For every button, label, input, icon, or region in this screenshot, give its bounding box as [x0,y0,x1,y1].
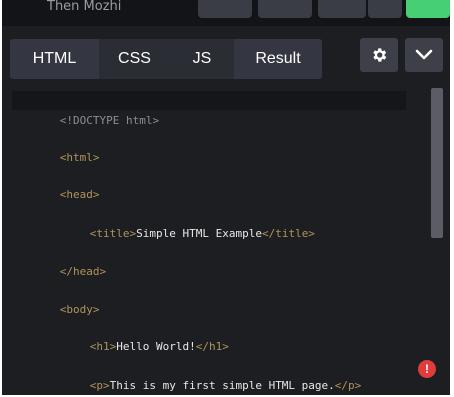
code-editor[interactable]: <!DOCTYPE html> <html> <head> <title>Sim… [2,88,450,395]
code-line-head-close: </head> [20,242,106,278]
vertical-scrollbar[interactable] [431,88,443,238]
doctype-text: <!DOCTYPE html> [59,114,160,127]
title-close-tag: </title> [261,227,315,240]
error-icon[interactable]: ! [418,360,436,378]
code-editor-window: Then Mozhi HTML CSS JS Result <!DOCTYPE … [2,0,450,395]
h1-open-tag: <h1> [89,340,117,353]
tab-result-label: Result [255,50,301,67]
html-open-tag: <html> [59,151,100,164]
top-action-button-2[interactable] [258,0,312,18]
code-line-p: <p>This is my first simple HTML page.</p… [20,356,362,392]
top-bar: Then Mozhi [2,0,450,26]
tab-js-label: JS [192,50,212,67]
tab-result[interactable]: Result [234,39,322,79]
gear-icon [373,48,387,62]
code-line-h1: <h1>Hello World!</h1> [20,317,229,353]
code-line-head-open: <head> [20,165,100,201]
p-open-tag: <p> [89,379,110,392]
h1-close-tag: </h1> [195,340,229,353]
code-line-html-open: <html> [20,128,100,164]
title-open-tag: <title> [89,227,137,240]
top-action-button-4[interactable] [368,0,402,18]
p-close-tag: </p> [334,379,362,392]
tab-css-label: CSS [118,50,151,67]
top-action-button-1[interactable] [198,0,252,18]
tab-js[interactable]: JS [170,39,234,79]
code-line-body-open: <body> [20,280,100,316]
tab-css[interactable]: CSS [99,39,170,79]
code-line-doctype: <!DOCTYPE html> [20,91,159,127]
head-close-tag: </head> [59,265,107,278]
head-open-tag: <head> [59,188,100,201]
tab-group: HTML CSS JS Result [10,39,322,79]
collapse-button[interactable] [405,38,443,72]
body-open-tag: <body> [59,303,100,316]
title-text: Simple HTML Example [136,227,262,240]
chevron-down-icon [415,49,433,60]
settings-button[interactable] [360,38,398,72]
top-action-button-3[interactable] [318,0,366,18]
h1-text: Hello World! [116,340,196,353]
top-action-button-green[interactable] [406,0,450,18]
tab-html[interactable]: HTML [10,39,99,79]
code-line-title: <title>Simple HTML Example</title> [20,204,315,240]
owner-name: Then Mozhi [47,0,122,14]
tab-html-label: HTML [32,50,77,67]
p-text: This is my first simple HTML page. [109,379,335,392]
